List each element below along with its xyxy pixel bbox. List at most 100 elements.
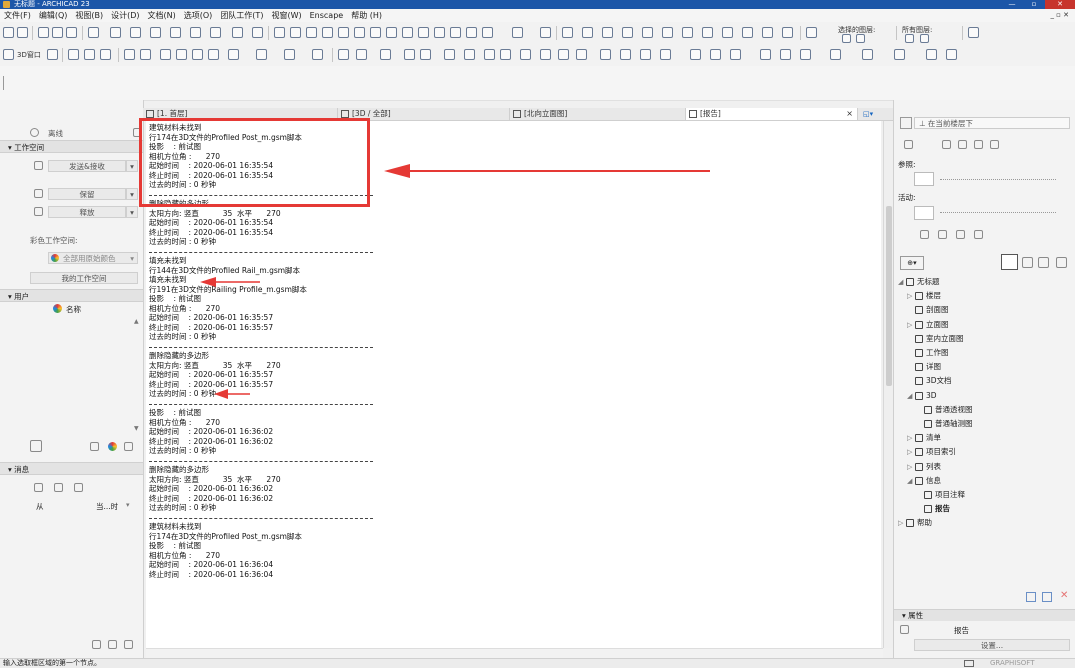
- check-icon[interactable]: [760, 49, 771, 60]
- camera-icon[interactable]: [380, 49, 391, 60]
- layer-combination-icon[interactable]: [968, 27, 979, 38]
- grid-tool-icon[interactable]: [150, 27, 161, 38]
- slope-icon[interactable]: [800, 49, 811, 60]
- skylight-tool-icon[interactable]: [782, 27, 793, 38]
- menu-document[interactable]: 文档(N): [148, 10, 176, 21]
- time-column-header[interactable]: 当...时: [96, 501, 118, 512]
- navigator-item[interactable]: 普通轴测图: [916, 418, 973, 430]
- stretch-icon[interactable]: [482, 27, 493, 38]
- menu-options[interactable]: 选项(O): [184, 10, 213, 21]
- status-window-icon[interactable]: [964, 660, 974, 667]
- message-forward-icon[interactable]: [124, 640, 133, 649]
- teamwork-icon[interactable]: [356, 49, 367, 60]
- menu-file[interactable]: 文件(F): [4, 10, 31, 21]
- user-settings-icon[interactable]: [124, 442, 133, 451]
- elevation-icon[interactable]: [84, 49, 95, 60]
- menu-help[interactable]: 帮助 (H): [351, 10, 382, 21]
- settings-button[interactable]: 设置...: [914, 639, 1070, 651]
- drag-icon[interactable]: [466, 27, 477, 38]
- grid-snap-icon[interactable]: [484, 49, 495, 60]
- column-tool-icon[interactable]: [602, 27, 613, 38]
- color-palette-icon[interactable]: [108, 442, 117, 451]
- mesh-tool-icon[interactable]: [702, 27, 713, 38]
- renovation-icon[interactable]: [444, 49, 455, 60]
- zone-tool-icon[interactable]: [682, 27, 693, 38]
- 3d-style-icon[interactable]: [284, 49, 295, 60]
- drawing-tool-icon[interactable]: [710, 49, 721, 60]
- current-floor-field[interactable]: ⊥ 在当前楼层下: [914, 117, 1070, 129]
- users-icon[interactable]: [90, 442, 99, 451]
- reserve-button[interactable]: 保留: [48, 188, 126, 200]
- send-receive-button[interactable]: 发送&接收: [48, 160, 126, 172]
- figure-tool-icon[interactable]: [690, 49, 701, 60]
- navigator-item[interactable]: 工作图: [907, 347, 949, 359]
- line-tool-icon[interactable]: [88, 27, 99, 38]
- compose-icon[interactable]: [74, 483, 83, 492]
- minimize-button[interactable]: —: [1001, 0, 1023, 9]
- arc-icon[interactable]: [640, 49, 651, 60]
- layer-settings-icon[interactable]: [806, 27, 817, 38]
- marker-icon[interactable]: [540, 49, 551, 60]
- door-tool-icon[interactable]: [762, 27, 773, 38]
- expand-arrow-icon[interactable]: ▷: [907, 290, 915, 302]
- all-layers-lock-icon[interactable]: [920, 34, 929, 43]
- trace-display-icon[interactable]: [920, 230, 929, 239]
- zoom-out-icon[interactable]: [192, 49, 203, 60]
- floor-plan-icon[interactable]: [47, 49, 58, 60]
- properties-section-header[interactable]: ▾ 属性: [894, 609, 1075, 621]
- navigator-item[interactable]: 3D文档: [907, 375, 952, 387]
- project-map-icon[interactable]: [1001, 254, 1018, 270]
- graphic-override-icon[interactable]: [830, 49, 841, 60]
- message-send-icon[interactable]: [92, 640, 101, 649]
- ruler-icon[interactable]: [500, 49, 511, 60]
- shell-tool-icon[interactable]: [662, 27, 673, 38]
- publish-icon[interactable]: [338, 49, 349, 60]
- navigator-menu-button[interactable]: ⊕▾: [900, 256, 924, 270]
- trim-icon[interactable]: [290, 27, 301, 38]
- toolbar-grip[interactable]: [3, 76, 4, 90]
- renovation-filter-icon[interactable]: [926, 49, 937, 60]
- new-view-icon[interactable]: [1026, 592, 1036, 602]
- active-selector[interactable]: [914, 206, 934, 220]
- structure-display-icon[interactable]: [946, 49, 957, 60]
- snap-icon[interactable]: [274, 27, 285, 38]
- rectangle-tool-icon[interactable]: [190, 27, 201, 38]
- expand-arrow-icon[interactable]: ▷: [898, 517, 906, 529]
- expand-arrow-icon[interactable]: ◢: [907, 475, 915, 487]
- redo-icon[interactable]: [17, 27, 28, 38]
- color-workspace-select[interactable]: 全部用原始颜色 ▾: [48, 252, 138, 264]
- reserve-dropdown[interactable]: ▾: [126, 188, 138, 200]
- release-button[interactable]: 释放: [48, 206, 126, 218]
- fillet-icon[interactable]: [338, 27, 349, 38]
- navigator-item[interactable]: ▷ 帮助: [898, 517, 932, 529]
- reference-selector[interactable]: [914, 172, 934, 186]
- reference-icon[interactable]: [420, 49, 431, 60]
- expand-arrow-icon[interactable]: ▷: [907, 319, 915, 331]
- scroll-up-icon[interactable]: ▲: [134, 318, 139, 325]
- expand-arrow-icon[interactable]: ▷: [907, 432, 915, 444]
- mirror-icon[interactable]: [370, 27, 381, 38]
- active-slider[interactable]: [940, 212, 1056, 213]
- clone-folder-icon[interactable]: [1042, 592, 1052, 602]
- navigator-item[interactable]: ◢ 3D: [907, 390, 937, 402]
- workspace-section-header[interactable]: ▾ 工作空间: [0, 140, 143, 153]
- pencil-icon[interactable]: [52, 27, 63, 38]
- text-tool-icon[interactable]: [576, 49, 587, 60]
- beam-tool-icon[interactable]: [622, 27, 633, 38]
- my-workspace-button[interactable]: 我的工作空间: [30, 272, 138, 284]
- lock-icon[interactable]: [210, 27, 221, 38]
- tab-report[interactable]: [报告] ×: [686, 108, 858, 120]
- trace-icon[interactable]: [404, 49, 415, 60]
- menu-window[interactable]: 视窗(W): [271, 10, 301, 21]
- navigator-item[interactable]: ▷ 清单: [907, 432, 941, 444]
- menu-teamwork[interactable]: 团队工作(T): [220, 10, 263, 21]
- navigator-item[interactable]: 详图: [907, 361, 941, 373]
- intersect-icon[interactable]: [418, 27, 429, 38]
- navigator-item[interactable]: 项目注释: [916, 489, 965, 501]
- expand-arrow-icon[interactable]: ▷: [907, 446, 915, 458]
- release-dropdown[interactable]: ▾: [126, 206, 138, 218]
- eyedropper-icon[interactable]: [66, 27, 77, 38]
- send-receive-dropdown[interactable]: ▾: [126, 160, 138, 172]
- inbox-icon[interactable]: [34, 483, 43, 492]
- user-search-icon[interactable]: [30, 440, 42, 452]
